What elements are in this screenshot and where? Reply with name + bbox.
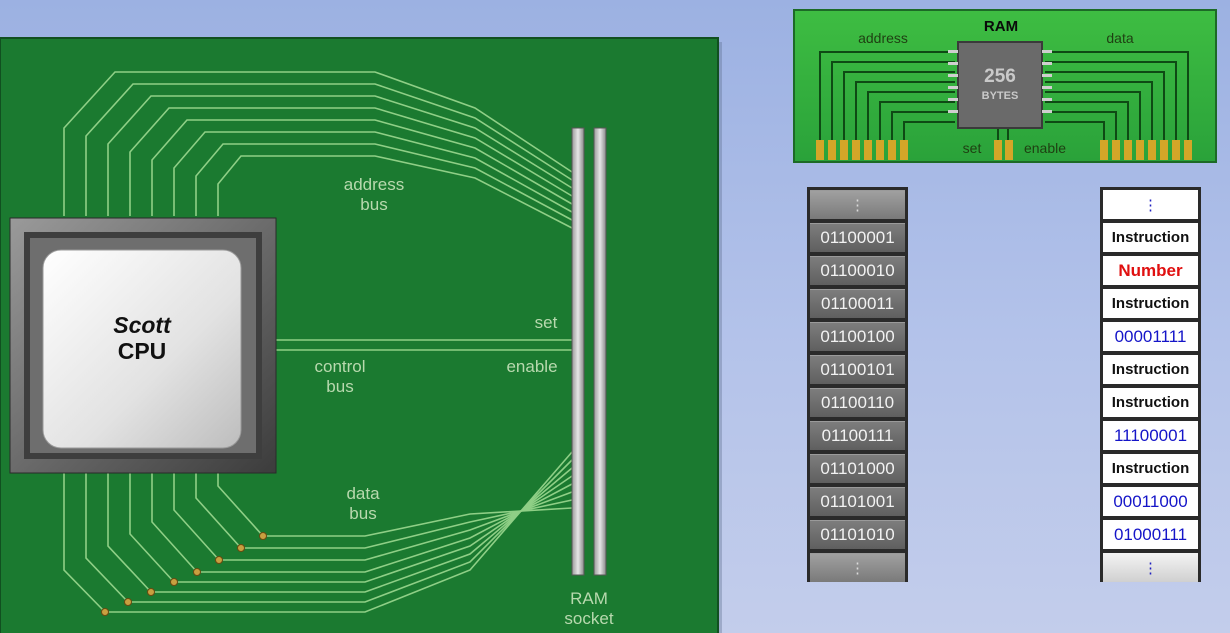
address-cell: 01100101 xyxy=(810,355,905,384)
memory-cell: 00001111 xyxy=(1103,322,1198,351)
ram-set-label: set xyxy=(962,140,982,156)
address-cell: 01101001 xyxy=(810,487,905,516)
data-bus-label-line1: data xyxy=(346,484,380,503)
data-ellipsis-bottom: ⋮ xyxy=(1103,553,1198,582)
memory-cell: Instruction xyxy=(1103,454,1198,483)
memory-cell: Number xyxy=(1103,256,1198,285)
memory-cell: 11100001 xyxy=(1103,421,1198,450)
address-cell: 01100001 xyxy=(810,223,905,252)
memory-cell: 01000111 xyxy=(1103,520,1198,549)
memory-contents-column: ⋮ Instruction Number Instruction 0000111… xyxy=(1100,187,1201,582)
address-ellipsis-bottom: ⋮ xyxy=(810,553,905,582)
ram-socket-label-line2: socket xyxy=(564,609,614,629)
ram-unit: BYTES xyxy=(981,90,1019,102)
cpu-name: Scott xyxy=(113,312,171,338)
address-bus-label-line1: address xyxy=(343,175,405,194)
address-cell: 01100100 xyxy=(810,322,905,351)
address-cell: 01101010 xyxy=(810,520,905,549)
address-bus-label-line2: bus xyxy=(360,195,388,215)
set-line-label: set xyxy=(534,313,558,332)
ram-title: RAM xyxy=(983,18,1019,35)
address-cell: 01100111 xyxy=(810,421,905,450)
memory-cell: Instruction xyxy=(1103,289,1198,318)
address-bus-label: address bus xyxy=(332,175,416,216)
cpu-type: CPU xyxy=(117,338,167,365)
control-bus-label-line1: control xyxy=(314,357,366,376)
ram-data-label: data xyxy=(1106,30,1134,46)
address-cell: 01100110 xyxy=(810,388,905,417)
memory-cell: Instruction xyxy=(1103,388,1198,417)
ram-socket-right-rail xyxy=(593,127,607,576)
ram-size: 256 xyxy=(984,66,1016,87)
ram-socket-label-line1: RAM xyxy=(570,589,608,608)
address-ellipsis-top: ⋮ xyxy=(810,190,905,219)
memory-cell: 00011000 xyxy=(1103,487,1198,516)
control-bus-label: control bus xyxy=(300,357,380,398)
address-cell: 01101000 xyxy=(810,454,905,483)
ram-address-label: address xyxy=(858,30,908,46)
ram-socket-left-rail xyxy=(571,127,585,576)
data-bus-label-line2: bus xyxy=(349,504,377,524)
cpu-label: Scott CPU xyxy=(43,312,241,365)
address-column: ⋮ 01100001 01100010 01100011 01100100 01… xyxy=(807,187,908,582)
memory-cell: Instruction xyxy=(1103,223,1198,252)
control-bus-label-line2: bus xyxy=(326,377,354,397)
address-cell: 01100011 xyxy=(810,289,905,318)
enable-line-label: enable xyxy=(506,357,558,376)
data-ellipsis-top: ⋮ xyxy=(1103,190,1198,219)
address-cell: 01100010 xyxy=(810,256,905,285)
memory-cell: Instruction xyxy=(1103,355,1198,384)
data-bus-label: data bus xyxy=(326,484,400,525)
ram-enable-label: enable xyxy=(1023,140,1067,156)
ram-socket-label: RAM socket xyxy=(552,589,626,630)
